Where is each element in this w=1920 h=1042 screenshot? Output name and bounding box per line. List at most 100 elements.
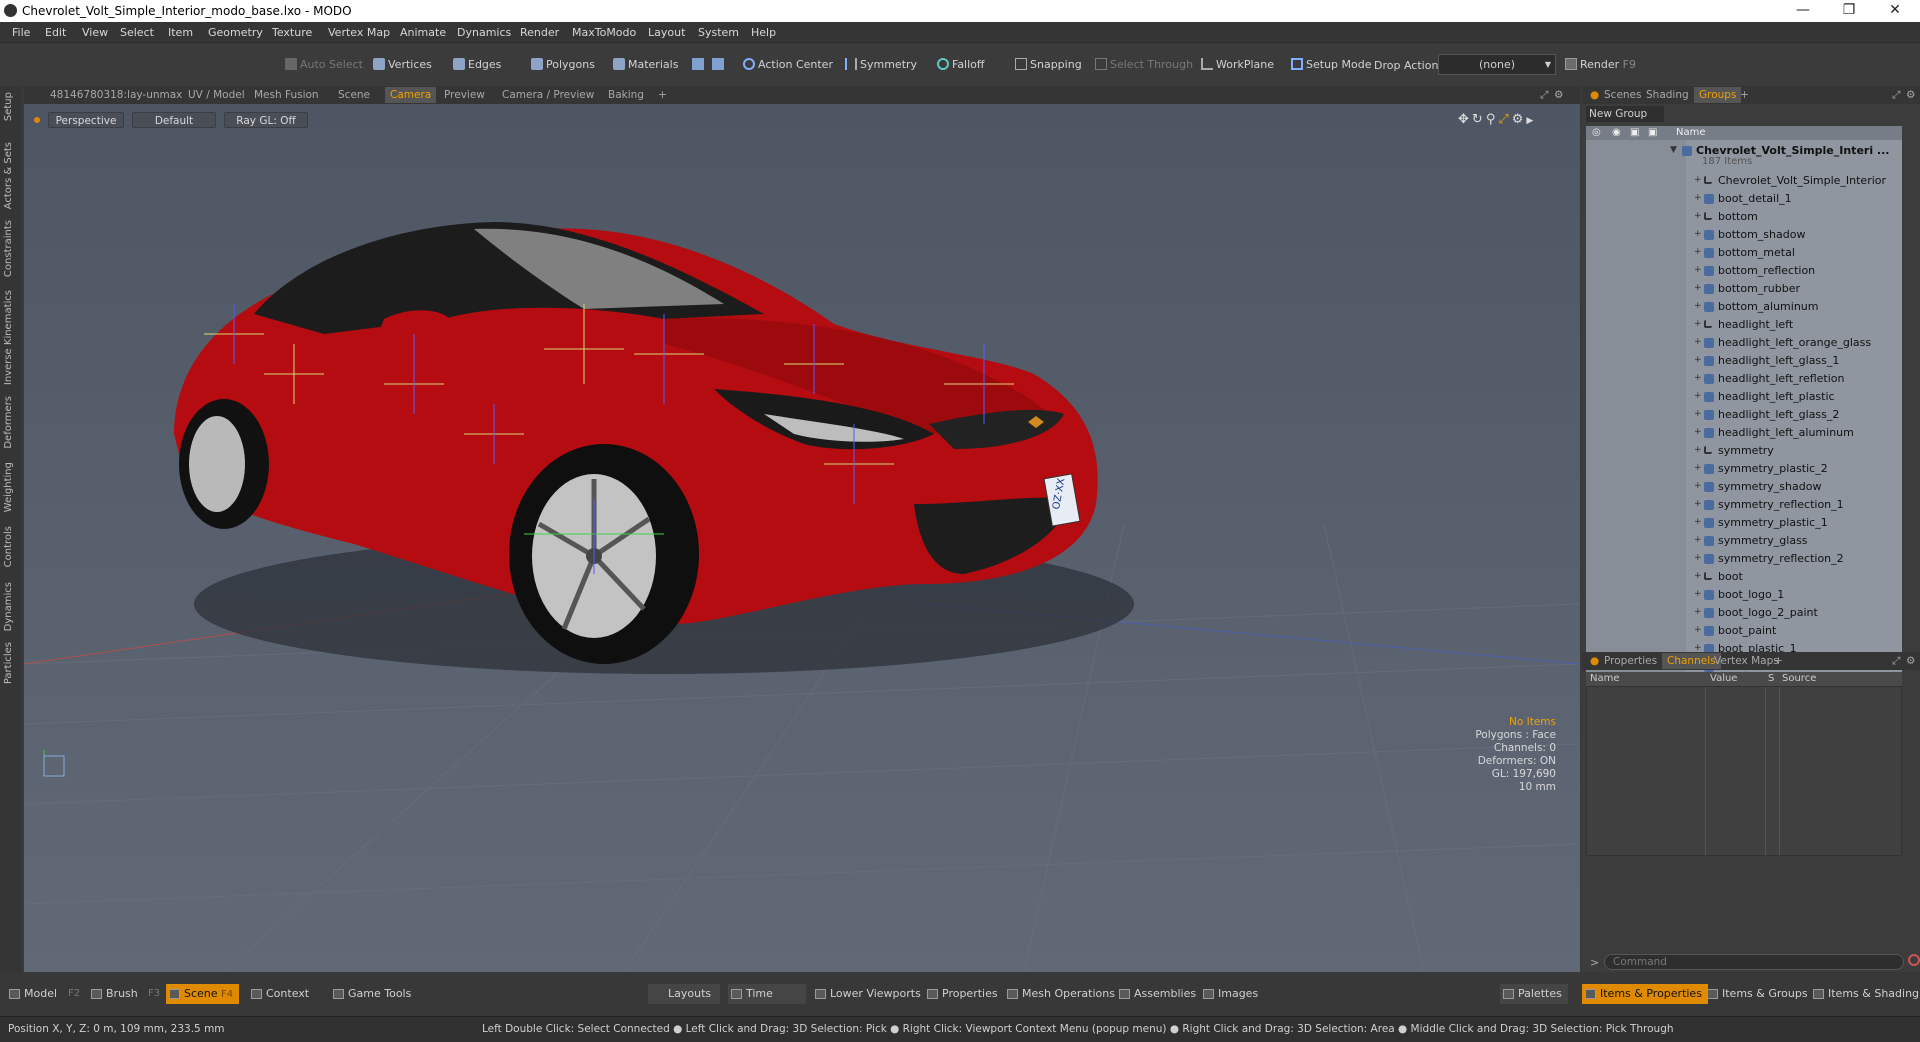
tree-item-row[interactable]: + symmetry_shadow — [1586, 478, 1902, 496]
tab-controls[interactable]: Controls — [3, 526, 14, 567]
menu-render[interactable]: Render — [520, 26, 559, 39]
context-button[interactable]: Context — [248, 984, 309, 1004]
tree-item-row[interactable]: + headlight_left_refletion — [1586, 370, 1902, 388]
tab-shading[interactable]: Shading — [1646, 89, 1689, 101]
workplane-button[interactable]: WorkPlane — [1198, 54, 1274, 75]
expand-icon[interactable]: + — [1694, 283, 1702, 293]
expand-icon[interactable]: + — [1694, 409, 1702, 419]
tab-dynamics[interactable]: Dynamics — [3, 582, 14, 631]
polygons-button[interactable]: Polygons — [528, 54, 595, 75]
mesh-operations-button[interactable]: Mesh Operations — [1004, 984, 1115, 1004]
items-properties-button[interactable]: Items & Properties — [1582, 984, 1708, 1004]
expand-icon[interactable]: + — [1694, 571, 1702, 581]
menu-edit[interactable]: Edit — [45, 26, 66, 39]
tab-actors-sets[interactable]: Actors & Sets — [3, 142, 14, 209]
expand-icon[interactable]: + — [1694, 319, 1702, 329]
tree-item-row[interactable]: + bottom_reflection — [1586, 262, 1902, 280]
tab-layout-unmax[interactable]: 48146780318:lay-unmax — [50, 89, 182, 101]
menu-layout[interactable]: Layout — [648, 26, 685, 39]
model-layout-button[interactable]: Model — [6, 984, 57, 1004]
expand-icon[interactable]: + — [1694, 391, 1702, 401]
tree-item-row[interactable]: + Chevrolet_Volt_Simple_Interior — [1586, 172, 1902, 190]
tab-baking[interactable]: Baking — [608, 89, 644, 101]
tab-particles[interactable]: Particles — [3, 642, 14, 684]
menu-help[interactable]: Help — [751, 26, 776, 39]
expand-icon[interactable]: + — [1694, 373, 1702, 383]
lower-viewports-button[interactable]: Lower Viewports — [812, 984, 921, 1004]
tab-setup[interactable]: Setup — [3, 92, 14, 121]
menu-maxtomodo[interactable]: MaxToModo — [572, 26, 636, 39]
tab-scenes[interactable]: Scenes — [1604, 89, 1641, 101]
layouts-button[interactable]: Layouts — [648, 984, 720, 1004]
expand-icon[interactable]: + — [1694, 175, 1702, 185]
menu-file[interactable]: File — [12, 26, 30, 39]
menu-animate[interactable]: Animate — [400, 26, 446, 39]
visibility-column-icon[interactable]: ◎ — [1592, 127, 1601, 138]
time-button[interactable]: Time — [728, 984, 806, 1004]
tree-item-row[interactable]: + headlight_left_aluminum — [1586, 424, 1902, 442]
tree-item-row[interactable]: + boot_paint — [1586, 622, 1902, 640]
channels-maximize-icon[interactable]: ⤢ — [1892, 655, 1900, 668]
expand-icon[interactable]: + — [1694, 247, 1702, 257]
tree-item-row[interactable]: + symmetry_plastic_1 — [1586, 514, 1902, 532]
tree-item-row[interactable]: + headlight_left_orange_glass — [1586, 334, 1902, 352]
auto-select-button[interactable]: Auto Select — [282, 54, 363, 75]
gear-icon[interactable]: ⚙ — [1554, 89, 1563, 101]
new-group-button[interactable]: New Group — [1586, 106, 1664, 122]
tree-item-row[interactable]: + bottom_aluminum — [1586, 298, 1902, 316]
tab-groups[interactable]: Groups — [1694, 87, 1742, 103]
expand-icon[interactable]: + — [1694, 481, 1702, 491]
tab-camera[interactable]: Camera — [385, 87, 437, 103]
expand-icon[interactable]: + — [1694, 355, 1702, 365]
menu-system[interactable]: System — [698, 26, 739, 39]
expand-icon[interactable]: + — [1694, 625, 1702, 635]
tab-constraints[interactable]: Constraints — [3, 220, 14, 277]
tree-item-row[interactable]: + bottom — [1586, 208, 1902, 226]
lock-column-icon[interactable]: ▣ — [1630, 127, 1639, 138]
menu-select[interactable]: Select — [120, 26, 154, 39]
command-input[interactable]: Command — [1604, 954, 1904, 970]
tree-item-row[interactable]: + headlight_left_glass_2 — [1586, 406, 1902, 424]
scene-layout-button[interactable]: Scene F4 — [166, 984, 240, 1004]
tree-item-row[interactable]: + symmetry_reflection_1 — [1586, 496, 1902, 514]
drop-action-select[interactable]: (none) ▼ — [1438, 54, 1556, 75]
tab-inverse-kinematics[interactable]: Inverse Kinematics — [3, 290, 14, 385]
expand-icon[interactable]: + — [1694, 427, 1702, 437]
tab-properties[interactable]: Properties — [1604, 655, 1657, 667]
items-groups-button[interactable]: Items & Groups — [1704, 984, 1808, 1004]
selection-mode-buttons[interactable] — [690, 54, 730, 75]
3d-viewport[interactable]: Perspective Default Ray GL: Off ✥↻⚲⤢⚙▶ O… — [24, 104, 1580, 972]
tab-camera-preview[interactable]: Camera / Preview — [502, 89, 594, 101]
menu-view[interactable]: View — [82, 26, 108, 39]
vertices-button[interactable]: Vertices — [370, 54, 432, 75]
expand-icon[interactable]: + — [1694, 517, 1702, 527]
expand-icon[interactable]: + — [1694, 301, 1702, 311]
render-button[interactable]: Render F9 — [1562, 54, 1636, 75]
tree-item-row[interactable]: + symmetry_glass — [1586, 532, 1902, 550]
tab-weighting[interactable]: Weighting — [3, 462, 14, 512]
tree-item-row[interactable]: + boot_logo_2_paint — [1586, 604, 1902, 622]
channels-gear-icon[interactable]: ⚙ — [1906, 655, 1915, 667]
menu-geometry[interactable]: Geometry — [208, 26, 263, 39]
menu-dynamics[interactable]: Dynamics — [457, 26, 511, 39]
expand-icon[interactable]: + — [1694, 265, 1702, 275]
tree-item-row[interactable]: + headlight_left_glass_1 — [1586, 352, 1902, 370]
brush-layout-button[interactable]: Brush — [88, 984, 138, 1004]
expand-icon[interactable]: + — [1694, 607, 1702, 617]
maximize-icon[interactable]: ⤢ — [1540, 89, 1548, 102]
tree-item-row[interactable]: + symmetry_reflection_2 — [1586, 550, 1902, 568]
tree-item-row[interactable]: + bottom_metal — [1586, 244, 1902, 262]
minimize-icon[interactable]: — — [1780, 0, 1826, 22]
tree-item-row[interactable]: + boot_detail_1 — [1586, 190, 1902, 208]
expand-icon[interactable]: + — [1694, 211, 1702, 221]
edges-button[interactable]: Edges — [450, 54, 501, 75]
falloff-button[interactable]: Falloff — [934, 54, 984, 75]
add-channels-tab-button[interactable]: + — [1774, 655, 1783, 667]
setup-mode-button[interactable]: Setup Mode — [1288, 54, 1371, 75]
game-tools-button[interactable]: Game Tools — [330, 984, 411, 1004]
channels-list[interactable] — [1586, 686, 1902, 856]
tree-item-row[interactable]: + boot_logo_1 — [1586, 586, 1902, 604]
tree-item-row[interactable]: + bottom_shadow — [1586, 226, 1902, 244]
tab-uv-model[interactable]: UV / Model — [188, 89, 245, 101]
render-column-icon[interactable]: ◉ — [1612, 127, 1621, 138]
